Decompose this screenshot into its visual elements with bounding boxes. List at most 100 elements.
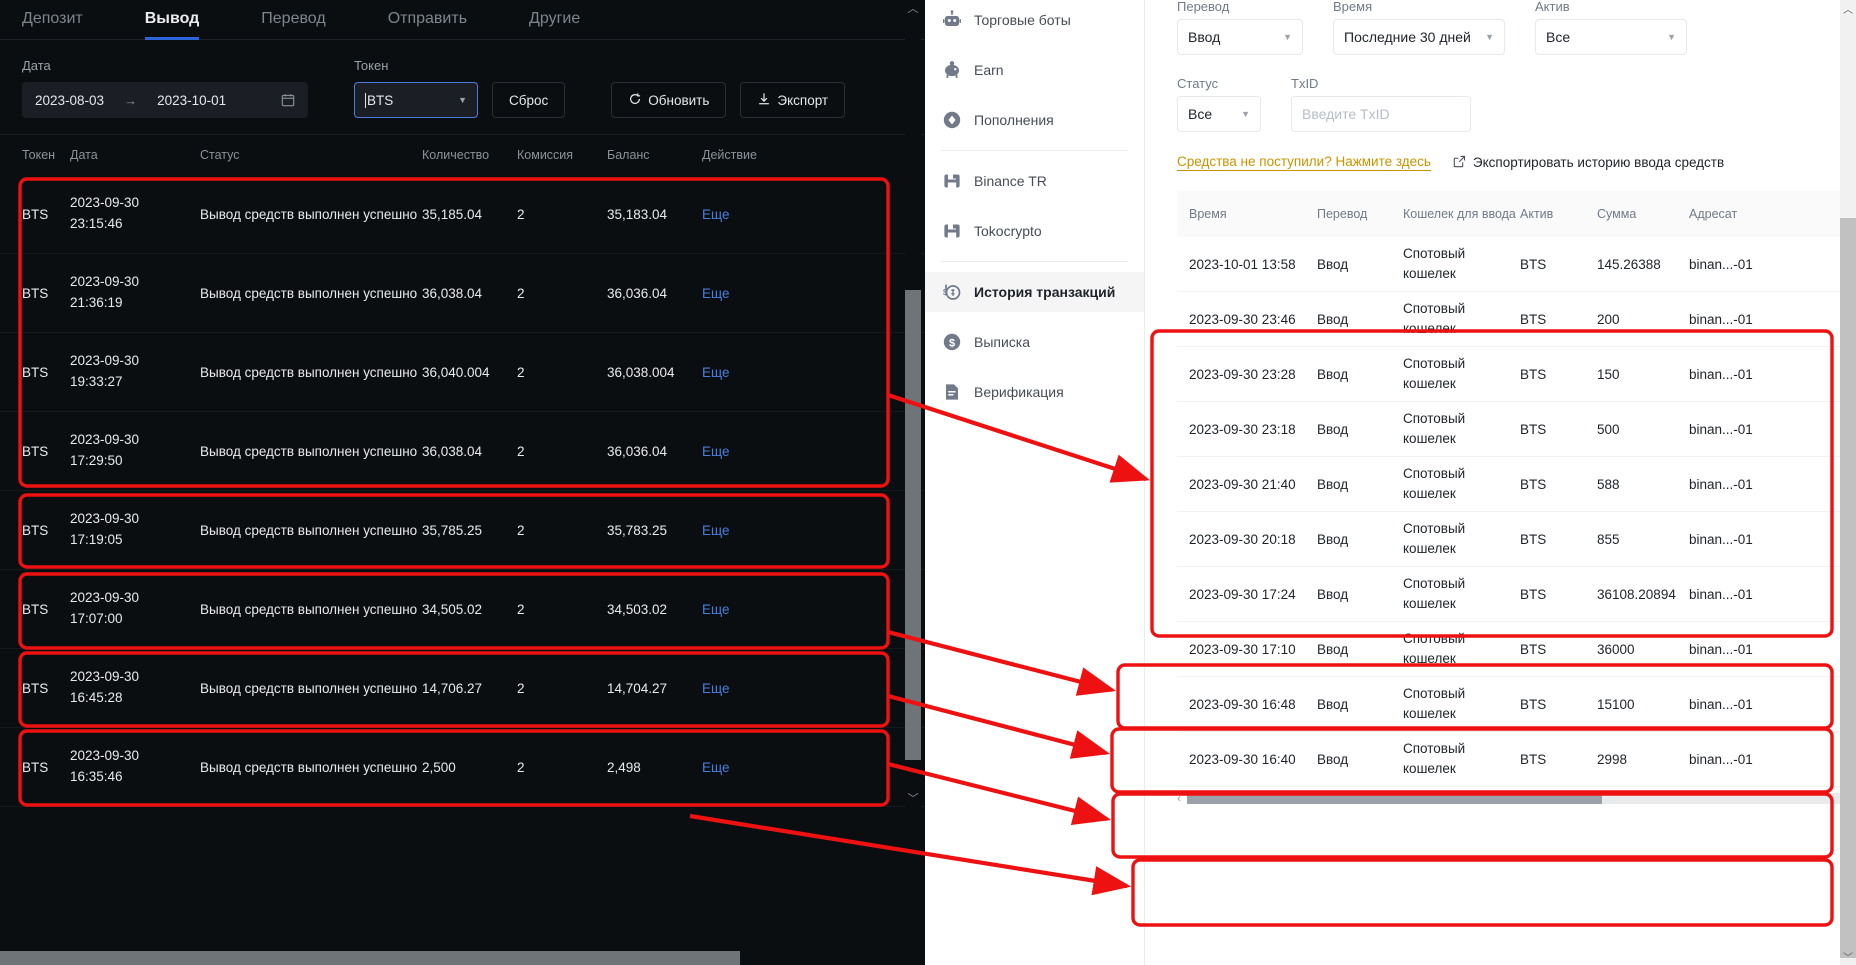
deposit-filter-row-2: Статус Все ▼ TxID bbox=[1177, 77, 1856, 132]
sidebar-item-3[interactable]: Binance TR bbox=[925, 161, 1144, 201]
hscroll-thumb[interactable] bbox=[1187, 792, 1602, 804]
scroll-up-chevron-icon[interactable]: ︿ bbox=[905, 0, 921, 16]
more-link[interactable]: Еще bbox=[702, 286, 729, 301]
cell-date-day: 2023-09-30 bbox=[70, 590, 140, 606]
cell-asset: BTS bbox=[1520, 586, 1547, 602]
header-token: Токен bbox=[22, 148, 56, 162]
cell-balance: 36,036.04 bbox=[607, 443, 668, 459]
date-range-input[interactable]: 2023-08-03 → 2023-10-01 bbox=[22, 82, 308, 118]
page-scroll-down-chevron-icon[interactable]: ﹀ bbox=[1840, 948, 1856, 965]
asset-select-value: Все bbox=[1546, 29, 1571, 45]
reset-button[interactable]: Сброс bbox=[492, 82, 566, 118]
left-scrollbar-thumb[interactable] bbox=[905, 290, 921, 760]
more-link[interactable]: Еще bbox=[702, 365, 729, 380]
refresh-button[interactable]: Обновить bbox=[611, 82, 727, 118]
cell-quantity: 36,038.04 bbox=[422, 285, 483, 301]
cell-amount: 2998 bbox=[1597, 751, 1628, 767]
time-select[interactable]: Последние 30 дней ▼ bbox=[1333, 19, 1505, 55]
more-link[interactable]: Еще bbox=[702, 523, 729, 538]
sidebar-item-0[interactable]: Торговые боты bbox=[925, 0, 1144, 40]
cell-status: Вывод средств выполнен успешно bbox=[200, 443, 418, 459]
more-link[interactable]: Еще bbox=[702, 681, 729, 696]
tab-others[interactable]: Другие bbox=[529, 10, 580, 39]
txid-filter-label: TxID bbox=[1291, 76, 1319, 91]
deposit-table-horizontal-scrollbar[interactable]: ‹ › bbox=[1177, 789, 1856, 807]
cell-date: 2023-09-30 19:33:27 bbox=[70, 351, 200, 393]
export-button[interactable]: Экспорт bbox=[740, 82, 846, 118]
cell-token: BTS bbox=[22, 443, 49, 459]
export-deposit-history-link[interactable]: Экспортировать историю ввода средств bbox=[1453, 155, 1724, 171]
date-from-value: 2023-08-03 bbox=[35, 92, 105, 108]
status-filter-group: Статус Все ▼ bbox=[1177, 77, 1261, 132]
cell-date-day: 2023-09-30 bbox=[70, 353, 140, 369]
sidebar-item-4[interactable]: Tokocrypto bbox=[925, 211, 1144, 251]
cell-date: 2023-09-30 23:15:46 bbox=[70, 193, 200, 235]
text-cursor bbox=[365, 92, 366, 108]
calendar-icon[interactable] bbox=[281, 93, 295, 107]
cell-balance: 14,704.27 bbox=[607, 680, 668, 696]
token-select[interactable]: BTS ▼ bbox=[354, 82, 478, 118]
header-balance: Баланс bbox=[607, 148, 650, 162]
cell-wallet: Спотовый кошелек bbox=[1403, 411, 1466, 446]
left-horizontal-scrollbar[interactable] bbox=[0, 951, 740, 965]
sidebar-item-label: Торговые боты bbox=[974, 12, 1071, 28]
export-deposit-history-label: Экспортировать историю ввода средств bbox=[1472, 155, 1725, 170]
tab-transfer[interactable]: Перевод bbox=[261, 10, 325, 39]
cell-status: Вывод средств выполнен успешно bbox=[200, 680, 418, 696]
transfer-select[interactable]: Ввод ▼ bbox=[1177, 19, 1303, 55]
history-money-icon: $ bbox=[941, 281, 963, 303]
cell-date-day: 2023-09-30 bbox=[70, 195, 140, 211]
more-link[interactable]: Еще bbox=[702, 207, 729, 222]
sidebar-item-label: Выписка bbox=[974, 334, 1031, 350]
cell-date-time: 21:36:19 bbox=[70, 295, 123, 310]
cell-action: Еще bbox=[702, 760, 792, 775]
refresh-icon bbox=[628, 92, 642, 109]
cell-date: 2023-09-30 16:35:46 bbox=[70, 746, 200, 788]
cell-asset: BTS bbox=[1520, 641, 1547, 657]
page-scrollbar-thumb[interactable] bbox=[1840, 218, 1856, 958]
tab-send[interactable]: Отправить bbox=[388, 10, 467, 39]
cell-status: Вывод средств выполнен успешно bbox=[200, 206, 418, 222]
cell-amount: 200 bbox=[1597, 311, 1620, 327]
withdrawal-filter-bar: Дата 2023-08-03 → 2023-10-01 Токен BTS ▼… bbox=[0, 40, 925, 135]
sidebar-item-5[interactable]: $ История транзакций bbox=[925, 272, 1144, 312]
deposit-table-body: 2023-10-01 13:58 Ввод Спотовый кошелек BTS 1… bbox=[1177, 237, 1856, 787]
more-link[interactable]: Еще bbox=[702, 602, 729, 617]
asset-select[interactable]: Все ▼ bbox=[1535, 19, 1687, 55]
cell-status: Вывод средств выполнен успешно bbox=[200, 601, 418, 617]
transfer-filter-label: Перевод bbox=[1177, 0, 1230, 14]
cell-token: BTS bbox=[22, 680, 49, 696]
cell-time: 2023-09-30 20:18 bbox=[1189, 531, 1296, 547]
more-link[interactable]: Еще bbox=[702, 444, 729, 459]
cell-quantity: 35,185.04 bbox=[422, 206, 483, 222]
more-link[interactable]: Еще bbox=[702, 760, 729, 775]
cell-wallet: Спотовый кошелек bbox=[1403, 741, 1466, 776]
funds-not-received-link[interactable]: Средства не поступили? Нажмите здесь bbox=[1177, 154, 1431, 171]
app-screen: Депозит Вывод Перевод Отправить Другие Д… bbox=[0, 0, 1856, 965]
table-row: BTS 2023-09-30 23:15:46 Вывод средств выпол… bbox=[0, 175, 925, 254]
tab-deposit[interactable]: Депозит bbox=[22, 10, 83, 39]
sidebar-item-7[interactable]: Верификация bbox=[925, 372, 1144, 412]
chevron-down-icon: ▼ bbox=[1667, 32, 1676, 42]
cell-fee: 2 bbox=[517, 522, 525, 538]
scroll-left-chevron-icon[interactable]: ‹ bbox=[1177, 791, 1181, 805]
sidebar-item-6[interactable]: $ Выписка bbox=[925, 322, 1144, 362]
cell-balance: 34,503.02 bbox=[607, 601, 668, 617]
chevron-down-icon: ▼ bbox=[1485, 32, 1494, 42]
scroll-down-chevron-icon[interactable]: ﹀ bbox=[905, 790, 921, 806]
cell-transfer: Ввод bbox=[1317, 696, 1349, 712]
tab-withdrawal[interactable]: Вывод bbox=[144, 10, 199, 40]
txid-input[interactable] bbox=[1291, 96, 1471, 132]
hscroll-track[interactable] bbox=[1187, 792, 1856, 804]
dollar-circle-icon: $ bbox=[941, 331, 963, 353]
cell-wallet: Спотовый кошелек bbox=[1403, 631, 1466, 666]
cell-date-time: 23:15:46 bbox=[70, 216, 123, 231]
sidebar-item-2[interactable]: Пополнения bbox=[925, 100, 1144, 140]
cell-date: 2023-09-30 17:29:50 bbox=[70, 430, 200, 472]
sidebar-item-1[interactable]: Earn bbox=[925, 50, 1144, 90]
status-select[interactable]: Все ▼ bbox=[1177, 96, 1261, 132]
page-scroll-up-chevron-icon[interactable]: ︿ bbox=[1840, 0, 1856, 17]
